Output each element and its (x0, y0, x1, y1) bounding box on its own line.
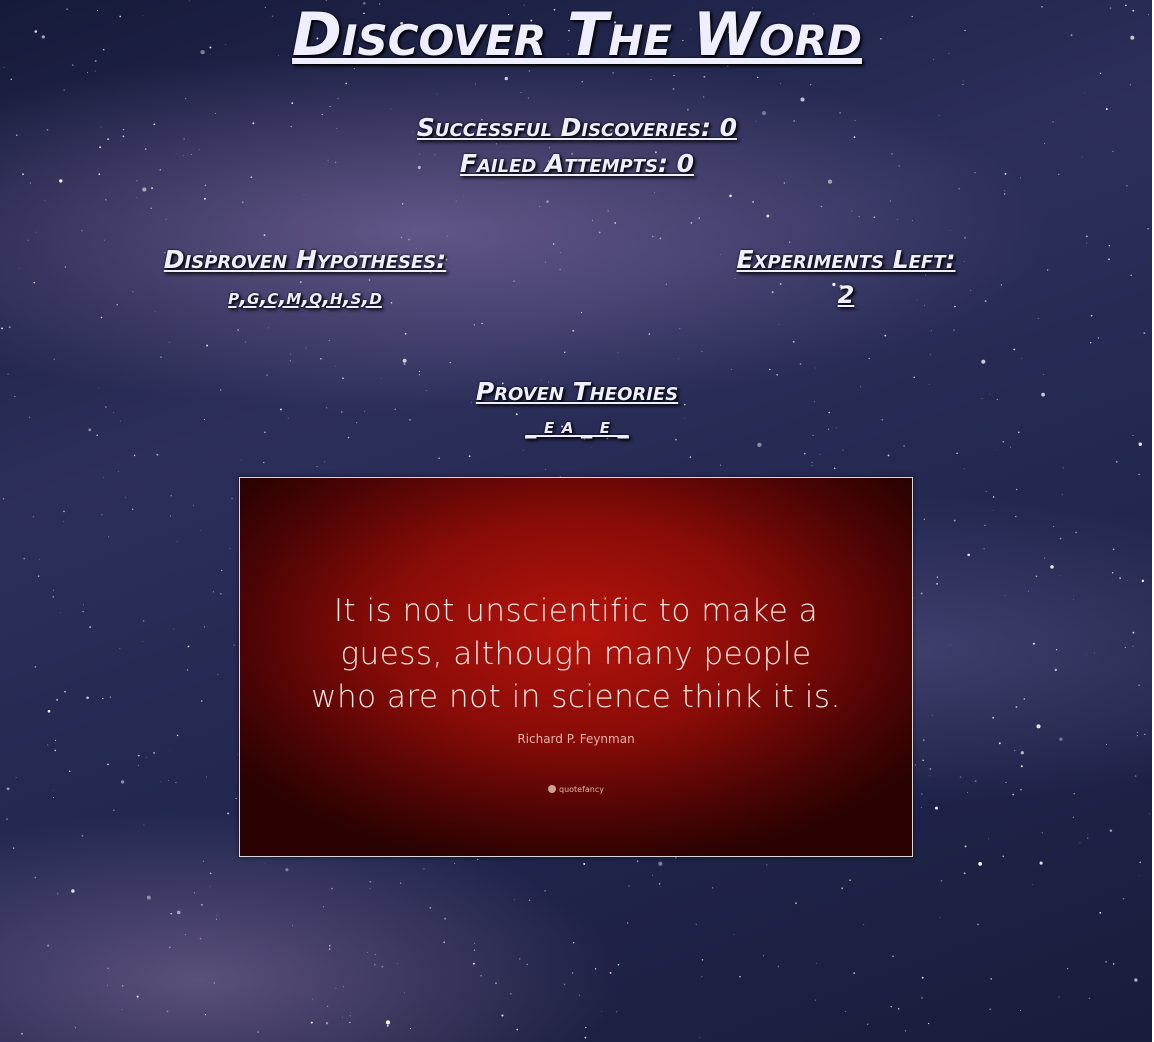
quote-line: It is not unscientific to make a (333, 593, 819, 629)
disproven-hypotheses-letters: p,g,c,m,q,h,s,d (228, 285, 382, 309)
quote-line: guess, although many people (340, 636, 812, 672)
feynman-quote-image: It is not unscientific to make a guess, … (239, 477, 913, 857)
failed-attempts-counter: Failed Attempts: 0 (459, 149, 695, 178)
brand-name: quotefancy (558, 785, 605, 794)
proven-theories-label: Proven Theories (475, 377, 679, 406)
disproven-hypotheses-label: Disproven Hypotheses: (163, 245, 447, 274)
experiments-left-label: Experiments Left: (736, 245, 956, 274)
successful-discoveries-counter: Successful Discoveries: 0 (416, 113, 738, 142)
quote-brand: quotefancy (240, 785, 912, 794)
experiments-left-count: 2 (837, 281, 855, 309)
quote-line: who are not in science think it is. (311, 679, 841, 715)
game-container: Discover The Word Successful Discoveries… (0, 0, 1154, 1042)
quote-text: It is not unscientific to make a guess, … (240, 590, 912, 719)
brand-logo-icon (547, 785, 556, 793)
quote-author: Richard P. Feynman (517, 732, 635, 746)
proven-theories-word: _ e a _ e _ (525, 414, 629, 439)
page-title: Discover The Word (292, 0, 862, 70)
